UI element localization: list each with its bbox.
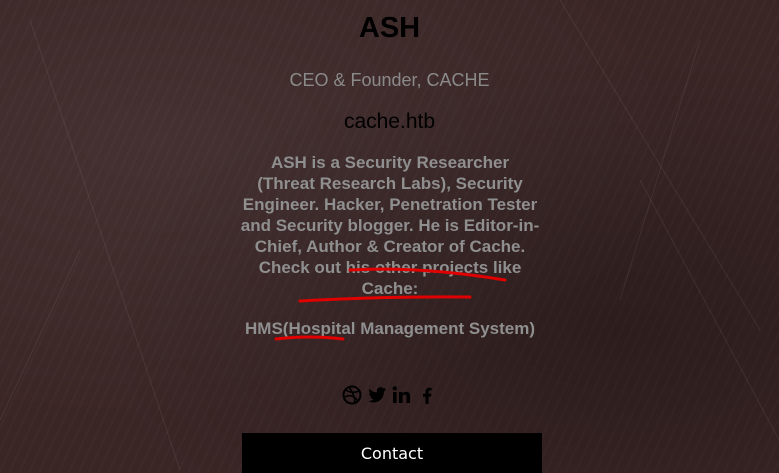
twitter-icon[interactable] [366, 384, 388, 406]
profile-card: ASH CEO & Founder, CACHE cache.htb ASH i… [0, 0, 779, 473]
facebook-icon[interactable] [416, 384, 438, 406]
linkedin-icon[interactable] [391, 384, 413, 406]
profile-name: ASH [358, 12, 421, 44]
profile-bio: ASH is a Security Researcher (Threat Res… [240, 153, 540, 298]
dribbble-icon[interactable] [341, 384, 363, 406]
profile-title: CEO & Founder, CACHE [289, 70, 490, 90]
contact-button[interactable]: Contact [242, 433, 542, 473]
social-links [0, 384, 779, 406]
profile-domain: cache.htb [343, 110, 436, 133]
project-name: HMS(Hospital Management System) [245, 319, 535, 338]
